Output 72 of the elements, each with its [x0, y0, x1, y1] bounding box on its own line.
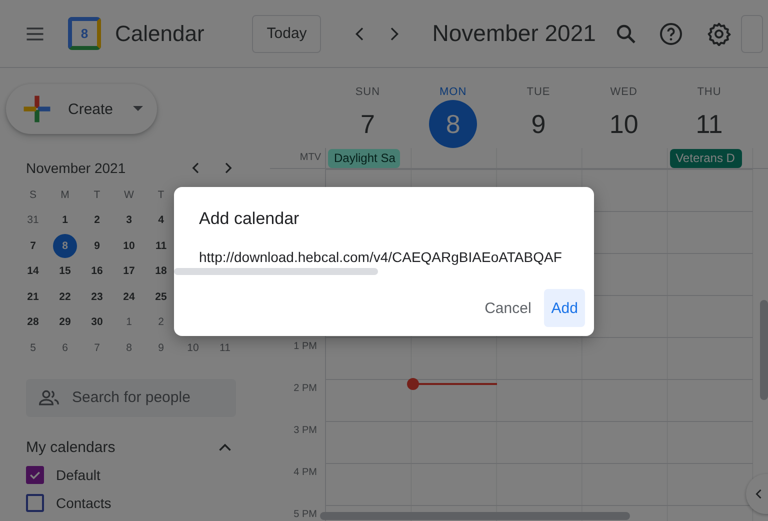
url-text: http://download.hebcal.com/v4/CAEQARgBIAEoATABQAF: [199, 249, 563, 265]
mini-calendar-day[interactable]: 30: [81, 310, 113, 334]
cancel-button[interactable]: Cancel: [478, 289, 538, 327]
day-header[interactable]: THU 11: [666, 68, 752, 148]
mini-calendar-day[interactable]: 29: [49, 310, 81, 334]
mini-calendar-day[interactable]: 15: [49, 259, 81, 284]
mini-calendar-day[interactable]: 2: [81, 208, 113, 232]
mini-calendar-day[interactable]: 10: [177, 336, 209, 360]
search-people-field[interactable]: Search for people: [26, 378, 236, 416]
weekday-label: T: [92, 188, 102, 203]
time-label: 2 PM: [294, 383, 317, 396]
timezone-label: MTV: [298, 151, 322, 165]
all-day-event[interactable]: Daylight Sa: [328, 149, 400, 168]
day-header[interactable]: TUE 9: [496, 68, 582, 148]
mini-calendar-day[interactable]: 31: [17, 208, 49, 232]
period-title: November 2021: [432, 20, 596, 47]
mini-calendar-day[interactable]: 1: [49, 208, 81, 232]
mini-calendar-day[interactable]: 6: [49, 336, 81, 360]
weekday-label: T: [156, 188, 166, 203]
app-title: Calendar: [115, 20, 204, 46]
time-label: 5 PM: [294, 509, 317, 521]
time-label: 4 PM: [294, 467, 317, 480]
mini-calendar-day[interactable]: 18: [145, 259, 177, 284]
day-header[interactable]: SUN 7: [325, 68, 410, 148]
scrollbar[interactable]: [174, 268, 378, 275]
mini-calendar-day[interactable]: 5: [17, 336, 49, 360]
mini-calendar-day[interactable]: 24: [113, 284, 145, 309]
mini-calendar-day[interactable]: 21: [17, 284, 49, 309]
calendar-label: Default: [56, 466, 100, 482]
mini-calendar-day[interactable]: 8: [53, 234, 77, 258]
caret-icon: [133, 106, 144, 112]
mini-calendar-day[interactable]: 8: [113, 336, 145, 360]
mini-calendar-day[interactable]: 16: [81, 259, 113, 284]
settings-icon[interactable]: [706, 22, 731, 46]
calendar-checkbox[interactable]: [26, 494, 44, 512]
mini-calendar-day[interactable]: 9: [145, 336, 177, 360]
mini-calendar-day[interactable]: 4: [145, 208, 177, 232]
calendar-label: Contacts: [56, 494, 112, 510]
mini-calendar-day[interactable]: 10: [113, 234, 145, 258]
mini-calendar-day[interactable]: 11: [209, 336, 241, 360]
mini-calendar-day[interactable]: 25: [145, 284, 177, 309]
mini-calendar-day[interactable]: 7: [81, 336, 113, 360]
mini-calendar-day[interactable]: 17: [113, 259, 145, 284]
weekday-label: M: [60, 188, 70, 203]
mini-calendar-title: November 2021: [26, 160, 127, 176]
mini-calendar-day[interactable]: 22: [49, 284, 81, 309]
mini-calendar-day[interactable]: 11: [145, 234, 177, 258]
mini-calendar-day[interactable]: 23: [81, 284, 113, 309]
calendar-checkbox[interactable]: [26, 466, 44, 484]
create-button[interactable]: Create: [6, 84, 157, 134]
all-day-event[interactable]: Veterans D: [670, 149, 742, 168]
day-header[interactable]: WED 10: [581, 68, 667, 148]
my-calendars-heading: My calendars: [26, 439, 116, 456]
mini-calendar-day[interactable]: 7: [17, 234, 49, 258]
day-header[interactable]: MON 8: [410, 68, 496, 148]
mini-calendar-day[interactable]: 3: [113, 208, 145, 232]
time-label: 3 PM: [294, 425, 317, 438]
dialog-title: Add calendar: [199, 209, 300, 229]
mini-calendar-day[interactable]: 28: [17, 310, 49, 334]
mini-calendar-day[interactable]: 1: [113, 310, 145, 334]
mini-calendar-day[interactable]: 14: [17, 259, 49, 284]
today-button[interactable]: Today: [252, 14, 322, 52]
weekday-label: W: [123, 188, 135, 203]
help-icon[interactable]: [658, 22, 683, 46]
mini-calendar-day[interactable]: 9: [81, 234, 113, 258]
weekday-label: S: [28, 188, 38, 203]
scrollbar[interactable]: [760, 300, 768, 400]
add-button[interactable]: Add: [544, 289, 585, 327]
mini-calendar-day[interactable]: 2: [145, 310, 177, 334]
calendar-logo-icon: 8: [68, 17, 101, 50]
time-label: 1 PM: [294, 341, 317, 354]
scrollbar[interactable]: [320, 512, 630, 520]
